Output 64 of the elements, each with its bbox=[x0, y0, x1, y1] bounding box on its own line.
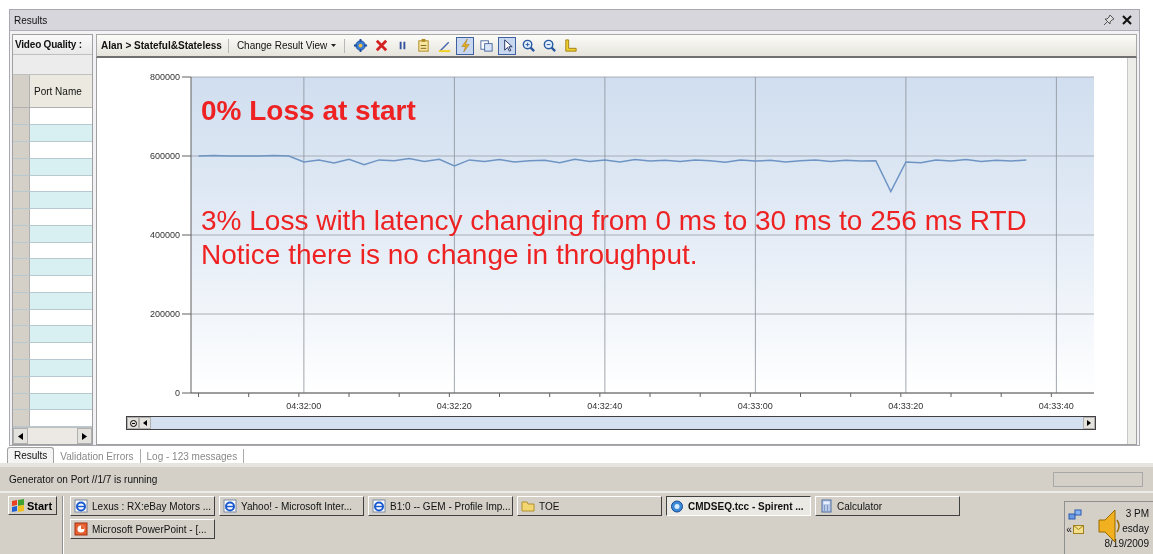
table-cell bbox=[30, 326, 92, 343]
chart-scrollbar[interactable] bbox=[126, 416, 1096, 430]
left-arrow-icon[interactable] bbox=[143, 420, 147, 426]
taskbar-button[interactable]: CMDSEQ.tcc - Spirent ... bbox=[666, 496, 812, 516]
folder-icon bbox=[521, 499, 536, 513]
table-cell bbox=[30, 125, 92, 141]
right-arrow-icon[interactable] bbox=[82, 432, 87, 440]
calculator-icon bbox=[819, 499, 834, 513]
expand-tray-button[interactable]: « bbox=[1066, 524, 1072, 535]
vertical-scrollbar[interactable] bbox=[1127, 58, 1136, 444]
browser-icon bbox=[372, 499, 387, 513]
zoom-in-icon bbox=[520, 38, 536, 53]
bottom-tab[interactable]: Results bbox=[7, 447, 55, 463]
pin-icon[interactable] bbox=[1103, 14, 1115, 26]
clipboard-icon bbox=[415, 38, 431, 53]
status-text: Generator on Port //1/7 is running bbox=[9, 473, 159, 485]
mail-icon[interactable] bbox=[1072, 525, 1084, 534]
axis-label: 04:33:00 bbox=[737, 401, 773, 410]
table-cell bbox=[30, 192, 92, 209]
chart-note: 3% Loss with latency changing from 0 ms to 30 ms to 256 ms RTD bbox=[201, 204, 1027, 238]
axis-label: 04:33:20 bbox=[888, 401, 924, 410]
taskbar-button[interactable]: Yahoo! - Microsoft Inter... bbox=[219, 496, 365, 516]
breadcrumb: Alan > Stateful&Stateless bbox=[101, 40, 222, 51]
taskbar-button[interactable]: Calculator bbox=[815, 496, 961, 516]
start-button[interactable]: Start bbox=[8, 496, 58, 515]
axis-label: 04:33:40 bbox=[1038, 401, 1074, 410]
left-arrow-icon[interactable] bbox=[18, 432, 23, 440]
app-icon bbox=[670, 499, 685, 513]
pointer-button[interactable] bbox=[498, 36, 517, 55]
taskbar-button[interactable]: TOE bbox=[517, 496, 663, 516]
chart-heading: 0% Loss at start bbox=[201, 94, 416, 128]
view-menu[interactable]: Change Result View bbox=[234, 40, 339, 51]
zoom-out-icon bbox=[541, 38, 557, 53]
chart-note: Notice there is no change in throughput. bbox=[201, 238, 698, 272]
axis-label: 0 bbox=[175, 388, 180, 398]
copy-icon bbox=[478, 38, 494, 53]
clock-day: esday bbox=[1122, 523, 1149, 535]
panel-title: Results bbox=[14, 14, 49, 26]
delete-icon bbox=[373, 38, 389, 53]
axis-label: 800000 bbox=[149, 72, 180, 82]
network-icon[interactable] bbox=[1068, 508, 1082, 522]
horizontal-scrollbar[interactable] bbox=[13, 427, 92, 444]
taskbar-button[interactable]: Microsoft PowerPoint - [... bbox=[70, 519, 216, 539]
axis-icon bbox=[562, 38, 578, 53]
axis-label: 04:32:40 bbox=[587, 401, 623, 410]
slides-icon bbox=[74, 522, 89, 536]
close-icon[interactable] bbox=[1121, 14, 1133, 26]
axis-label: 600000 bbox=[149, 151, 180, 161]
axis-label: 04:32:20 bbox=[436, 401, 472, 410]
taskbar-button[interactable]: B1:0 -- GEM - Profile Imp... bbox=[368, 496, 514, 516]
axis-label: 04:32:00 bbox=[286, 401, 322, 410]
axis-label: 200000 bbox=[149, 309, 180, 319]
caret-icon bbox=[331, 44, 337, 47]
browser-icon bbox=[223, 499, 238, 513]
axis-label: 400000 bbox=[149, 230, 180, 240]
lightning-button[interactable] bbox=[456, 36, 475, 55]
column-header[interactable]: Port Name bbox=[30, 75, 92, 108]
right-arrow-icon[interactable] bbox=[1087, 420, 1091, 426]
table-cell bbox=[30, 259, 92, 276]
taskbar-button[interactable]: Lexus : RX:eBay Motors ... bbox=[70, 496, 216, 516]
clock-time: 3 PM bbox=[1125, 508, 1149, 520]
clock-date: 8/19/2009 bbox=[1104, 538, 1149, 550]
flag-icon bbox=[11, 498, 25, 513]
browser-icon bbox=[74, 499, 89, 513]
